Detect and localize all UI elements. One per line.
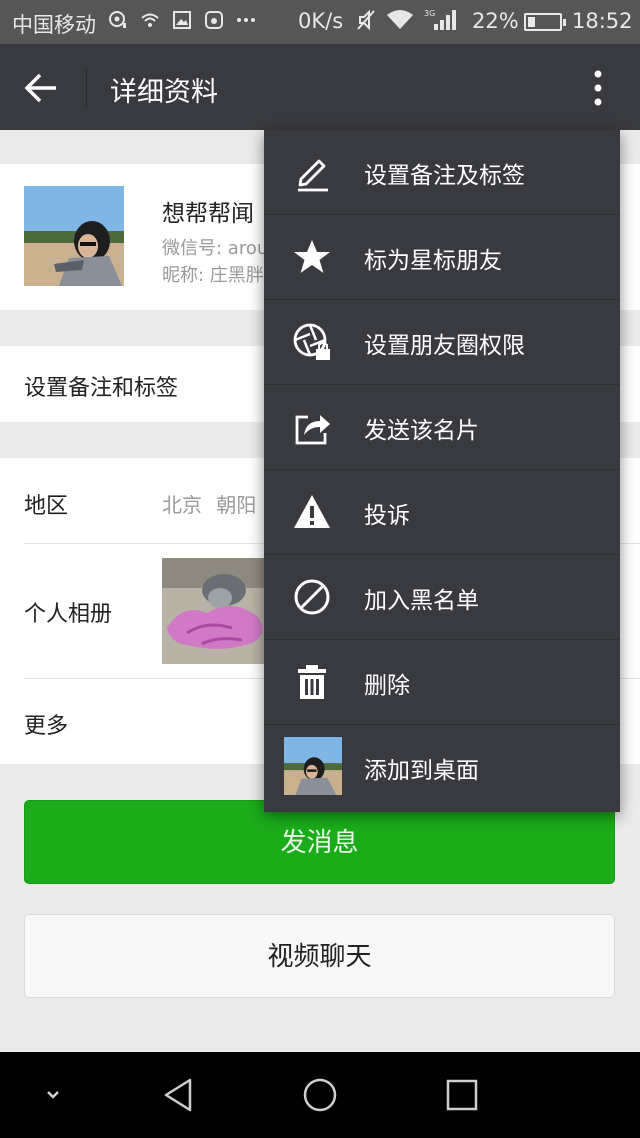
- back-arrow-icon[interactable]: [18, 66, 62, 110]
- menu-item-report[interactable]: 投诉: [264, 470, 620, 555]
- msg-notify-icon: [109, 11, 126, 28]
- trash-icon: [298, 665, 326, 699]
- battery-icon: [524, 13, 566, 31]
- system-icons: 3G: [356, 8, 456, 32]
- menu-item-label: 添加到桌面: [364, 758, 479, 784]
- region-label: 地区: [24, 494, 69, 519]
- clock: 18:52: [572, 9, 633, 33]
- back-triangle-icon[interactable]: [156, 1072, 202, 1118]
- menu-item-label: 投诉: [364, 503, 410, 529]
- avatar-photo: [24, 186, 124, 286]
- block-icon: [294, 579, 330, 615]
- mute-icon: [357, 9, 375, 31]
- menu-item-label: 设置备注及标签: [364, 163, 525, 189]
- menu-item-label: 标为星标朋友: [364, 248, 502, 274]
- send-message-button[interactable]: 发消息: [24, 800, 615, 884]
- network-speed: 0K/s: [298, 9, 344, 33]
- star-icon: [294, 240, 330, 273]
- avatar-thumbnail-photo: [284, 737, 342, 795]
- wifi-icon: [387, 10, 413, 29]
- signal-icon: 3G: [424, 9, 456, 30]
- moments-lock-icon: [293, 323, 330, 360]
- pencil-icon: [298, 159, 328, 192]
- avatar-thumbnail: [284, 737, 342, 795]
- home-circle-icon[interactable]: [297, 1072, 343, 1118]
- avatar[interactable]: [24, 186, 124, 286]
- menu-item-label: 设置朋友圈权限: [364, 333, 525, 359]
- system-nav-bar: [0, 1052, 640, 1138]
- menu-item-blacklist[interactable]: 加入黑名单: [264, 555, 620, 640]
- notification-icons: [108, 10, 256, 30]
- nickname: 昵称: 庄黑胖: [162, 265, 264, 286]
- carrier-name: 中国移动: [12, 13, 96, 37]
- overflow-menu-icon[interactable]: [584, 68, 612, 108]
- hide-keyboard-icon[interactable]: [30, 1072, 76, 1118]
- menu-item-label: 发送该名片: [364, 418, 479, 444]
- app-notify-icon: [205, 11, 223, 29]
- video-chat-button[interactable]: 视频聊天: [24, 914, 615, 998]
- menu-item-star-friend[interactable]: 标为星标朋友: [264, 215, 620, 300]
- title-divider: [86, 68, 87, 108]
- album-label: 个人相册: [24, 602, 113, 627]
- more-notify-icon: [237, 18, 255, 22]
- page-title: 详细资料: [110, 77, 218, 108]
- battery-fill: [528, 17, 535, 27]
- share-icon: [295, 415, 330, 445]
- network-type: 3G: [424, 9, 435, 18]
- display-name: 想帮帮闻: [162, 201, 254, 227]
- image-notify-icon: [173, 11, 191, 29]
- more-label: 更多: [24, 714, 69, 739]
- title-bar: 详细资料: [0, 44, 640, 130]
- album-thumbnail[interactable]: [162, 558, 272, 664]
- region-value: 北京 朝阳: [162, 493, 257, 517]
- menu-item-delete[interactable]: 删除: [264, 640, 620, 725]
- menu-item-label: 删除: [364, 673, 410, 699]
- album-photo: [162, 558, 272, 664]
- wifi-notify-icon: [141, 13, 159, 27]
- menu-item-add-to-desktop[interactable]: 添加到桌面: [264, 725, 620, 810]
- status-bar: 中国移动 0K/s 3G 22% 18:52: [0, 0, 640, 44]
- menu-item-label: 加入黑名单: [364, 588, 479, 614]
- menu-item-send-card[interactable]: 发送该名片: [264, 385, 620, 470]
- remark-label: 设置备注和标签: [24, 376, 179, 401]
- warning-icon: [294, 495, 330, 528]
- overflow-popup-menu: 设置备注及标签 标为星标朋友 设置朋友圈权限 发送该名片 投诉 加入黑名单 删除…: [264, 130, 620, 812]
- menu-item-moments-permission[interactable]: 设置朋友圈权限: [264, 300, 620, 385]
- menu-item-set-remark[interactable]: 设置备注及标签: [264, 130, 620, 215]
- recents-square-icon[interactable]: [439, 1072, 485, 1118]
- wechat-id: 微信号: arou: [162, 238, 269, 259]
- battery-percent: 22%: [472, 9, 519, 33]
